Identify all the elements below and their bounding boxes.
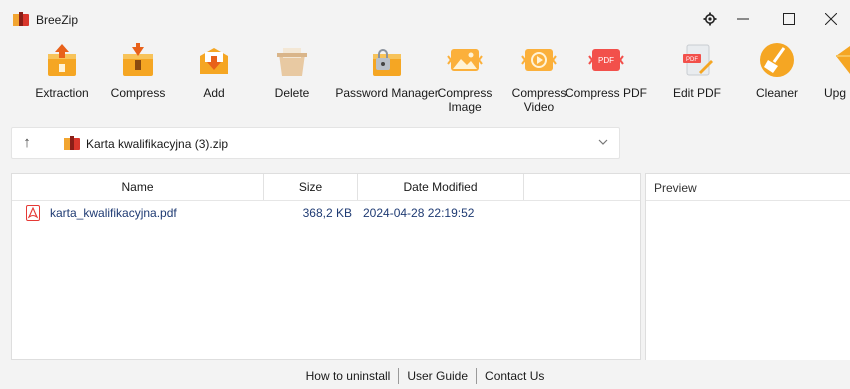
how-to-uninstall-link[interactable]: How to uninstall: [298, 369, 399, 383]
contact-us-link[interactable]: Contact Us: [477, 369, 552, 383]
chevron-down-icon[interactable]: [596, 136, 610, 150]
add-icon: [200, 48, 228, 74]
file-date: 2024-04-28 22:19:52: [363, 206, 475, 220]
table-row[interactable]: karta_kwalifikacyjna.pdf 368,2 KB 2024-0…: [12, 203, 640, 223]
compress-image-button[interactable]: Compress Image: [438, 40, 492, 118]
column-header-row: Name Size Date Modified: [12, 174, 640, 201]
preview-divider: [646, 200, 850, 201]
add-button[interactable]: Add: [196, 40, 232, 118]
current-path: Karta kwalifikacyjna (3).zip: [86, 137, 229, 151]
compress-pdf-icon: PDF: [588, 49, 624, 71]
column-header-date[interactable]: Date Modified: [358, 174, 524, 200]
gear-icon: [703, 12, 717, 26]
preview-title: Preview: [654, 181, 697, 195]
minimize-button[interactable]: [720, 0, 766, 38]
password-manager-icon: [373, 49, 401, 76]
user-guide-link[interactable]: User Guide: [399, 369, 476, 383]
preview-pane: Preview: [645, 173, 850, 360]
compress-icon: [123, 43, 153, 76]
maximize-icon: [783, 13, 795, 25]
breezip-logo-icon: [13, 12, 29, 26]
pdf-file-icon: [26, 205, 40, 221]
footer: How to uninstall User Guide Contact Us: [0, 362, 850, 389]
compress-video-icon: [521, 49, 557, 71]
extraction-icon: [48, 44, 76, 76]
zip-archive-icon: [64, 136, 80, 150]
extraction-button[interactable]: Extraction: [31, 40, 93, 118]
file-list: Name Size Date Modified karta_kwalifikac…: [11, 173, 641, 360]
svg-text:PDF: PDF: [686, 57, 698, 63]
upgrade-button[interactable]: Upg: [824, 40, 850, 118]
edit-pdf-button[interactable]: PDF Edit PDF: [672, 40, 722, 118]
path-bar[interactable]: ↑ Karta kwalifikacyjna (3).zip: [11, 127, 620, 159]
edit-pdf-icon: PDF: [683, 44, 713, 76]
compress-image-icon: [447, 49, 483, 71]
compress-video-button[interactable]: Compress Video: [512, 40, 566, 118]
column-header-name[interactable]: Name: [12, 174, 264, 200]
cleaner-button[interactable]: Cleaner: [755, 40, 799, 118]
cleaner-icon: [760, 43, 794, 77]
compress-button[interactable]: Compress: [110, 40, 166, 118]
close-button[interactable]: [812, 0, 850, 38]
maximize-button[interactable]: [766, 0, 812, 38]
up-arrow-icon[interactable]: ↑: [18, 134, 36, 152]
toolbar: Extraction Compress Add Delete Password …: [0, 40, 850, 118]
password-manager-button[interactable]: Password Manager: [335, 40, 439, 118]
file-name: karta_kwalifikacyjna.pdf: [50, 206, 177, 220]
app-title: BreeZip: [36, 13, 79, 27]
close-icon: [825, 13, 837, 25]
delete-button[interactable]: Delete: [272, 40, 312, 118]
compress-pdf-button[interactable]: PDF Compress PDF: [565, 40, 647, 118]
file-size: 368,2 KB: [302, 206, 352, 220]
svg-text:PDF: PDF: [598, 56, 614, 65]
minimize-icon: [737, 18, 749, 20]
title-bar: BreeZip: [0, 0, 850, 38]
column-header-size[interactable]: Size: [264, 174, 358, 200]
delete-icon: [277, 48, 307, 76]
upgrade-icon: [836, 46, 850, 74]
